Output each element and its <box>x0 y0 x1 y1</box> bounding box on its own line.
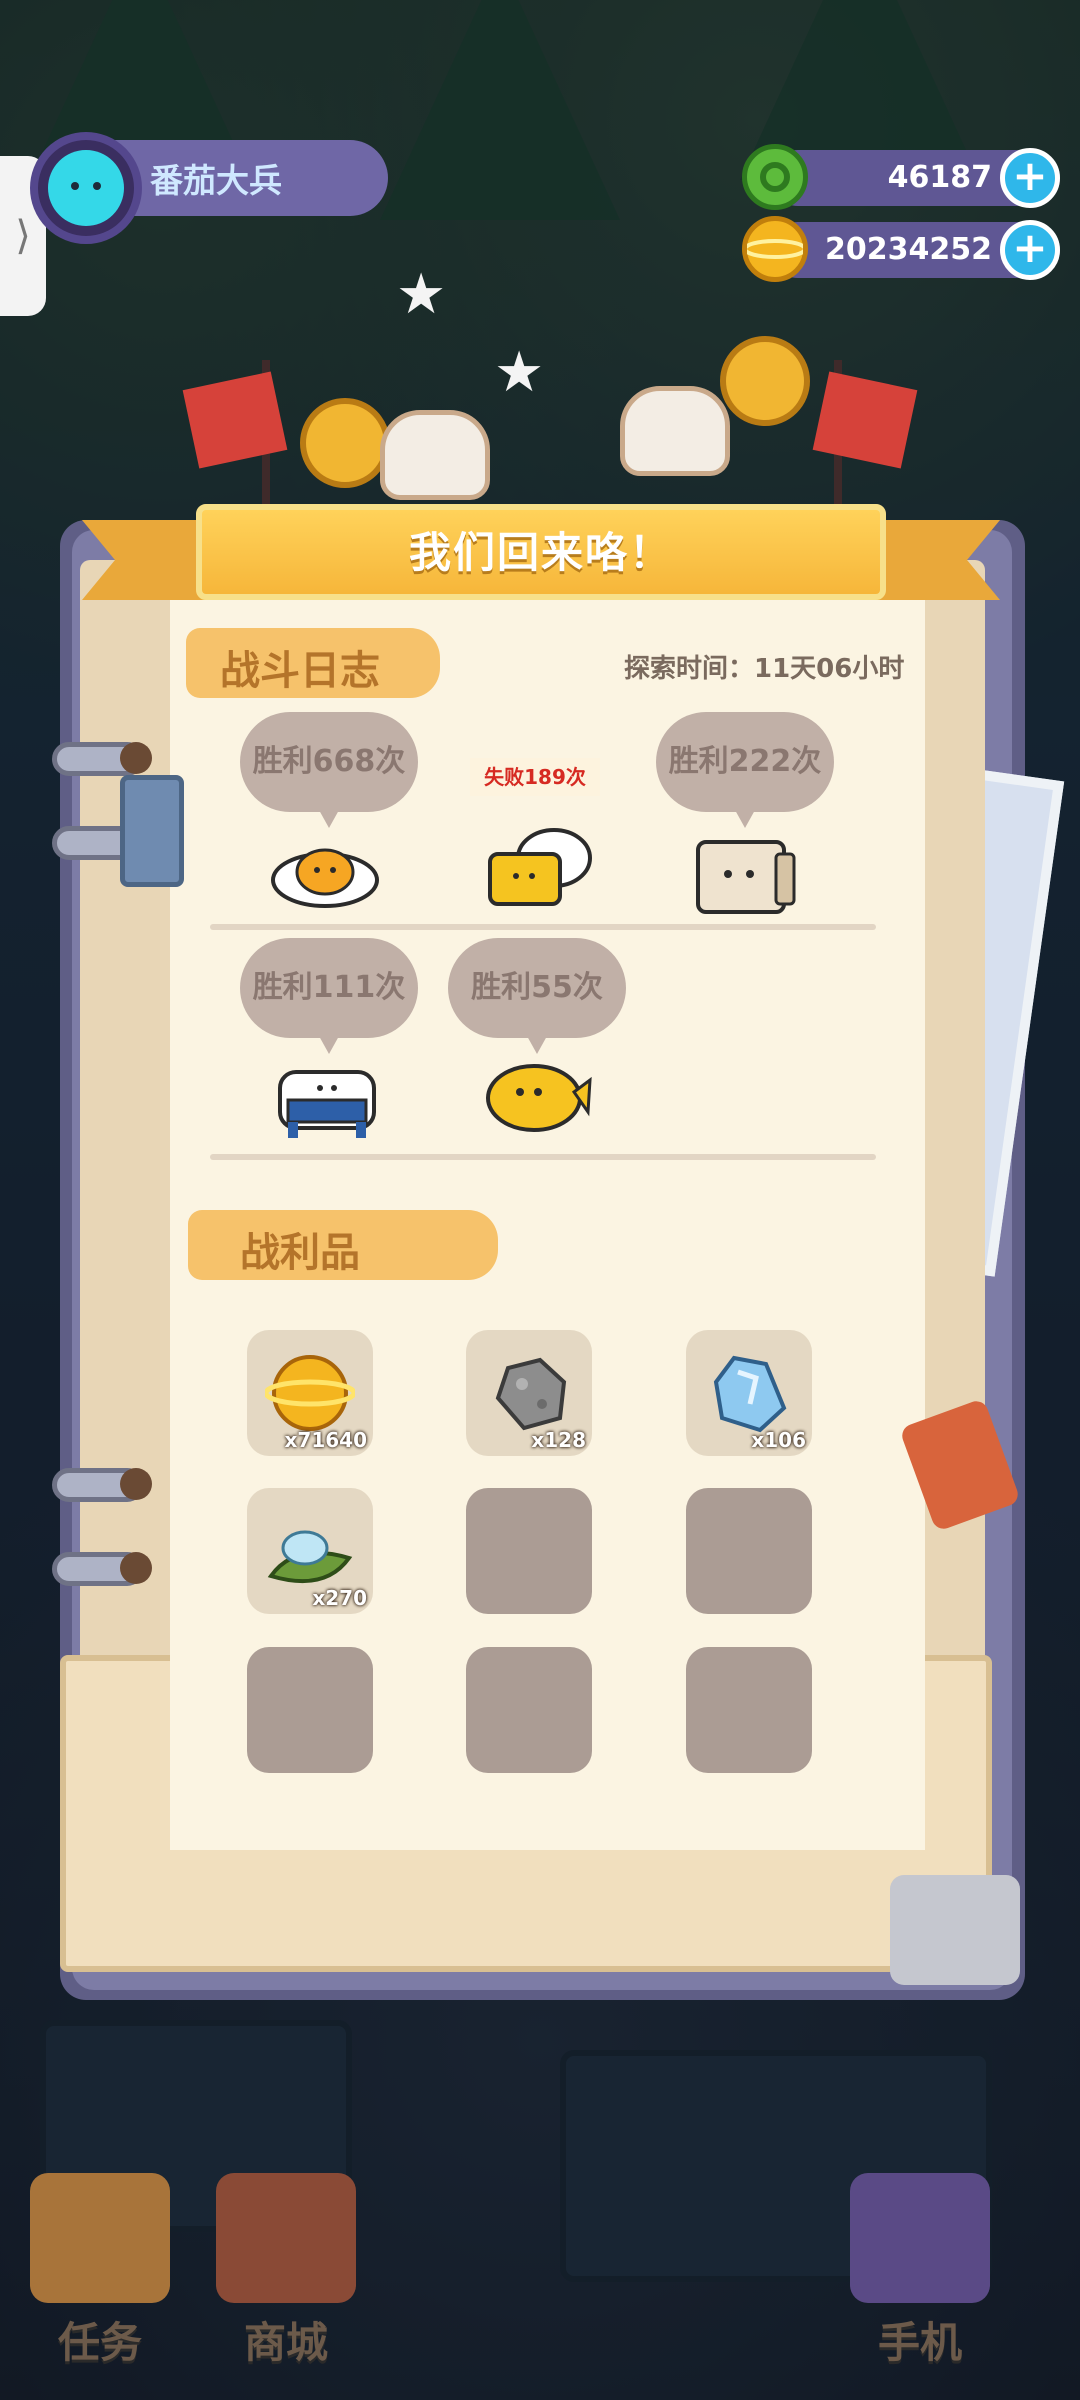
add-gems-button[interactable]: + <box>1000 148 1060 208</box>
dock-label: 手机 <box>877 2318 962 2367</box>
loot-slot[interactable]: x71640 <box>247 1330 373 1456</box>
gem-icon <box>742 144 808 210</box>
binder-hole <box>120 1552 152 1584</box>
empty-loot-slot <box>466 1488 592 1614</box>
battle-result-text: 胜利111次 <box>252 970 406 1005</box>
empty-loot-slot <box>466 1647 592 1773</box>
empty-loot-slot <box>247 1647 373 1773</box>
egg-monster-icon[interactable] <box>270 838 380 912</box>
dialog-title: 我们回来咯！ <box>408 528 673 577</box>
star-icon: ★ <box>396 262 447 327</box>
battle-log-title: 战斗日志 <box>220 648 380 694</box>
coin-count: 20234252 <box>825 232 992 267</box>
leaf-dewdrop-icon <box>267 1530 353 1584</box>
trumpet-icon <box>300 398 390 488</box>
stone-ore-icon <box>495 1357 567 1431</box>
battle-result-text: 胜利668次 <box>252 744 406 779</box>
loot-title: 战利品 <box>240 1230 360 1276</box>
shelf-line <box>210 1154 876 1160</box>
page-corner-decoration <box>890 1875 1020 1985</box>
cheese-toast-monster-icon[interactable] <box>484 826 594 916</box>
add-coins-button[interactable]: + <box>1000 220 1060 280</box>
loot-slot[interactable]: x270 <box>247 1488 373 1614</box>
trumpet-icon <box>720 336 810 426</box>
fish-monster-icon[interactable] <box>482 1052 592 1142</box>
gold-planet-coin-icon <box>742 216 808 282</box>
dock-task-button[interactable]: 任务 <box>30 2173 170 2370</box>
ice-crystal-icon <box>713 1355 787 1433</box>
loot-quantity: x270 <box>312 1586 367 1610</box>
defeat-result-label: 失败189次 <box>470 758 600 796</box>
dock-shop-button[interactable]: 商城 <box>216 2173 356 2370</box>
loot-slot[interactable]: x128 <box>466 1330 592 1456</box>
coin-currency-bar: 20234252 + <box>742 216 1060 282</box>
battle-result-text: 胜利55次 <box>471 970 603 1005</box>
paper-bag-monster-icon[interactable] <box>690 828 800 922</box>
battle-result-bubble: 胜利111次 <box>240 938 418 1054</box>
battle-result-bubble: 胜利668次 <box>240 712 418 828</box>
phone-icon <box>850 2173 990 2303</box>
loot-quantity: x128 <box>531 1428 586 1452</box>
shelf-line <box>210 924 876 930</box>
explore-time: 探索时间：11天06小时 <box>624 654 905 684</box>
star-icon: ★ <box>494 340 545 405</box>
gem-currency-bar: 46187 + <box>742 144 1060 210</box>
dock-label: 任务 <box>57 2318 142 2367</box>
loot-slot[interactable]: x106 <box>686 1330 812 1456</box>
battle-log-header: 战斗日志 <box>186 628 440 698</box>
binder-clip-icon <box>120 775 184 887</box>
dialog-title-banner: 我们回来咯！ <box>196 504 886 600</box>
gold-planet-coin-icon <box>265 1355 355 1431</box>
battle-result-bubble: 胜利55次 <box>448 938 626 1054</box>
loot-quantity: x106 <box>751 1428 806 1452</box>
loot-quantity: x71640 <box>284 1428 367 1452</box>
dock-phone-button[interactable]: 手机 <box>850 2173 990 2370</box>
cake-monster-icon[interactable] <box>274 1062 380 1146</box>
dock-label: 商城 <box>243 2318 328 2367</box>
empty-loot-slot <box>686 1647 812 1773</box>
battle-result-text: 胜利222次 <box>668 744 822 779</box>
battle-result-bubble: 胜利222次 <box>656 712 834 828</box>
binder-hole <box>120 1468 152 1500</box>
task-book-icon <box>30 2173 170 2303</box>
player-avatar[interactable] <box>30 132 142 244</box>
cat-mascot-icon <box>620 386 730 476</box>
cat-avatar-icon <box>48 150 124 226</box>
binder-hole <box>120 742 152 774</box>
player-name: 番茄大兵 <box>150 161 282 200</box>
gem-count: 46187 <box>887 160 992 195</box>
empty-loot-slot <box>686 1488 812 1614</box>
cat-mascot-icon <box>380 410 490 500</box>
loot-header: 战利品 <box>188 1210 498 1280</box>
shop-icon <box>216 2173 356 2303</box>
